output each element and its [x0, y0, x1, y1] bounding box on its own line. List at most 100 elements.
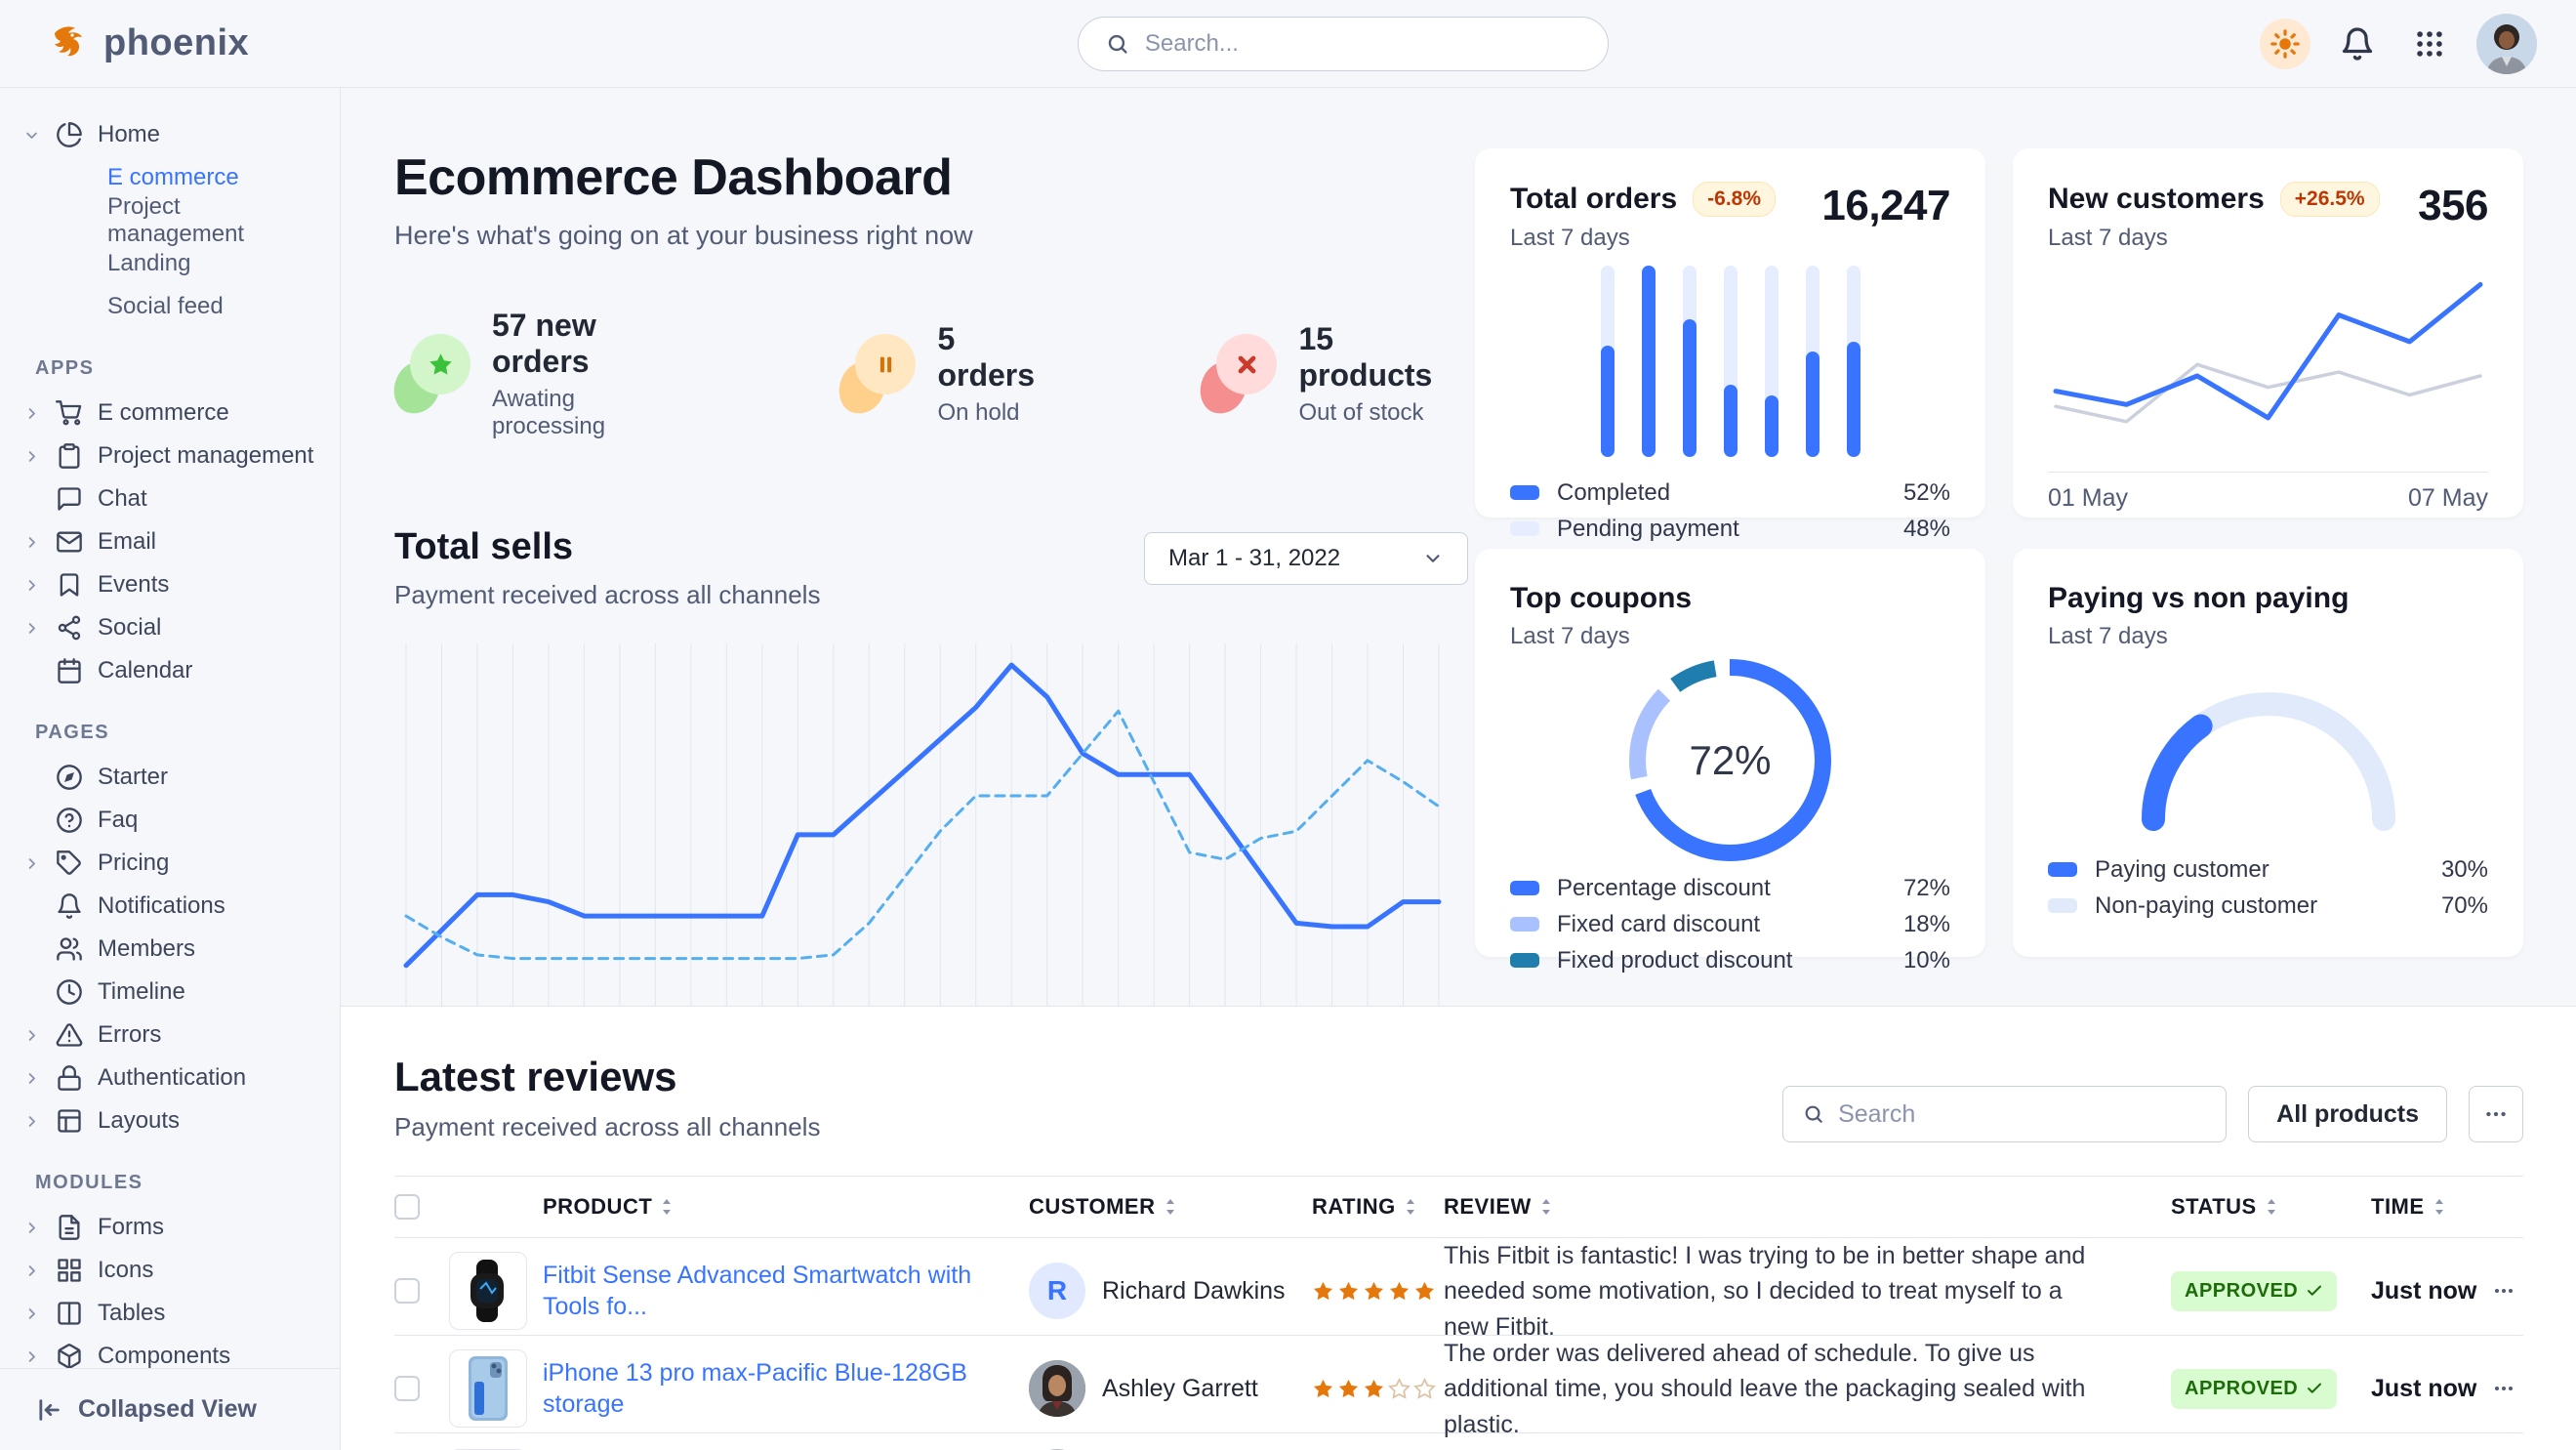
- sidebar-item-home[interactable]: Home: [21, 113, 320, 156]
- new-customers-period: Last 7 days: [2048, 225, 2380, 252]
- column-header-customer[interactable]: CUSTOMER: [1029, 1194, 1312, 1220]
- sidebar: HomeE commerceProject managementLandingS…: [0, 88, 341, 1450]
- legend-label: Paying customer: [2095, 856, 2269, 884]
- sidebar-subitem-social-feed[interactable]: Social feed: [21, 285, 320, 328]
- phoenix-bird-icon: [49, 23, 90, 64]
- caret-right-icon: [24, 621, 39, 636]
- sidebar-item-label: Icons: [98, 1257, 153, 1284]
- donut-center-value: 72%: [1689, 737, 1771, 784]
- column-header-status[interactable]: STATUS: [2171, 1194, 2371, 1220]
- reviews-search-input[interactable]: [1838, 1100, 2206, 1129]
- collapse-view-button[interactable]: Collapsed View: [0, 1368, 340, 1450]
- legend-swatch: [1510, 485, 1539, 500]
- reviews-search[interactable]: [1782, 1086, 2227, 1142]
- ellipsis-icon: [2492, 1279, 2515, 1303]
- orders-legend-row: Pending payment 48%: [1510, 511, 1950, 547]
- sidebar-item-label: Tables: [98, 1300, 165, 1327]
- phoenix-logo[interactable]: phoenix: [0, 22, 249, 64]
- sidebar-item-starter[interactable]: Starter: [21, 756, 320, 799]
- table-row: Fitbit Sense Advanced Smartwatch with To…: [394, 1238, 2523, 1336]
- search-input[interactable]: [1145, 30, 1580, 58]
- lock-icon: [56, 1064, 83, 1092]
- sidebar-item-tables[interactable]: Tables: [21, 1292, 320, 1335]
- legend-label: Percentage discount: [1557, 875, 1771, 902]
- sidebar-item-timeline[interactable]: Timeline: [21, 971, 320, 1014]
- sidebar-item-e-commerce[interactable]: E commerce: [21, 392, 320, 435]
- legend-value: 10%: [1903, 947, 1950, 974]
- paying-card: Paying vs non paying Last 7 days Paying …: [2013, 549, 2523, 957]
- shopping-cart-icon: [56, 399, 83, 427]
- global-search[interactable]: [1078, 17, 1609, 71]
- sidebar-item-layouts[interactable]: Layouts: [21, 1099, 320, 1142]
- paying-legend-row: Non-paying customer 70%: [2048, 888, 2488, 924]
- sidebar-item-project-management[interactable]: Project management: [21, 435, 320, 477]
- sidebar-item-notifications[interactable]: Notifications: [21, 885, 320, 928]
- star-icon: [1337, 1378, 1360, 1400]
- column-header-product[interactable]: PRODUCT: [543, 1194, 1029, 1220]
- star-icon: [394, 334, 470, 414]
- coupons-legend-row: Fixed card discount 18%: [1510, 906, 1950, 942]
- caret-right-icon: [24, 856, 39, 871]
- sidebar-item-label: Notifications: [98, 892, 225, 920]
- select-all-checkbox[interactable]: [394, 1194, 420, 1220]
- more-options-button[interactable]: [2469, 1086, 2523, 1142]
- sidebar-item-label: Errors: [98, 1021, 161, 1049]
- sidebar-item-authentication[interactable]: Authentication: [21, 1056, 320, 1099]
- reviews-table: PRODUCT CUSTOMER RATING REVIEW STATUS TI…: [394, 1176, 2523, 1450]
- sort-icon[interactable]: [660, 1199, 674, 1215]
- stat-item: 15 products Out of stock: [1201, 321, 1468, 427]
- stat-value: 5 orders: [937, 321, 1054, 394]
- star-icon: [1388, 1280, 1411, 1303]
- row-checkbox[interactable]: [394, 1376, 420, 1401]
- row-checkbox[interactable]: [394, 1278, 420, 1304]
- caret-right-icon: [24, 535, 39, 550]
- bell-icon: [56, 892, 83, 920]
- product-link[interactable]: Fitbit Sense Advanced Smartwatch with To…: [543, 1260, 1029, 1323]
- sidebar-item-social[interactable]: Social: [21, 606, 320, 649]
- all-products-button[interactable]: All products: [2248, 1086, 2447, 1142]
- sidebar-item-faq[interactable]: Faq: [21, 799, 320, 842]
- sidebar-section-label: MODULES: [35, 1172, 320, 1194]
- apps-menu-button[interactable]: [2404, 19, 2455, 69]
- sidebar-item-calendar[interactable]: Calendar: [21, 649, 320, 692]
- sidebar-item-members[interactable]: Members: [21, 928, 320, 971]
- theme-toggle-button[interactable]: [2260, 19, 2310, 69]
- product-link[interactable]: iPhone 13 pro max-Pacific Blue-128GB sto…: [543, 1357, 1029, 1421]
- sort-icon[interactable]: [1404, 1199, 1417, 1215]
- paying-legend-row: Paying customer 30%: [2048, 851, 2488, 888]
- sidebar-item-label: Timeline: [98, 978, 185, 1006]
- page-title: Ecommerce Dashboard: [394, 148, 1468, 207]
- sidebar-item-pricing[interactable]: Pricing: [21, 842, 320, 885]
- product-thumbnail[interactable]: [449, 1349, 527, 1428]
- table-header-row: PRODUCT CUSTOMER RATING REVIEW STATUS TI…: [394, 1176, 2523, 1238]
- sort-icon[interactable]: [1539, 1199, 1553, 1215]
- sidebar-item-chat[interactable]: Chat: [21, 477, 320, 520]
- user-avatar[interactable]: [2476, 14, 2537, 74]
- sidebar-item-forms[interactable]: Forms: [21, 1206, 320, 1249]
- legend-swatch: [1510, 521, 1539, 536]
- top-coupons-card: Top coupons Last 7 days 72% Percentage d…: [1475, 549, 1985, 957]
- column-header-rating[interactable]: RATING: [1312, 1194, 1444, 1220]
- row-menu-button[interactable]: [2483, 1377, 2523, 1400]
- sidebar-item-events[interactable]: Events: [21, 563, 320, 606]
- column-header-review[interactable]: REVIEW: [1444, 1194, 2171, 1220]
- date-range-select[interactable]: Mar 1 - 31, 2022: [1144, 532, 1468, 585]
- sidebar-subitem-landing[interactable]: Landing: [21, 242, 320, 285]
- sort-icon[interactable]: [2433, 1199, 2446, 1215]
- rating-stars: [1312, 1378, 1444, 1400]
- order-bar: [1724, 266, 1738, 457]
- sidebar-item-email[interactable]: Email: [21, 520, 320, 563]
- notifications-button[interactable]: [2332, 19, 2383, 69]
- sort-icon[interactable]: [2265, 1199, 2278, 1215]
- column-header-time[interactable]: TIME: [2371, 1194, 2483, 1220]
- row-menu-button[interactable]: [2483, 1279, 2523, 1303]
- total-orders-period: Last 7 days: [1510, 225, 1776, 252]
- sidebar-item-icons[interactable]: Icons: [21, 1249, 320, 1292]
- sort-icon[interactable]: [1164, 1199, 1177, 1215]
- star-icon: [1413, 1378, 1436, 1400]
- product-thumbnail[interactable]: [449, 1252, 527, 1330]
- sidebar-item-errors[interactable]: Errors: [21, 1014, 320, 1056]
- coupons-legend-row: Percentage discount 72%: [1510, 870, 1950, 906]
- sidebar-subitem-project-management[interactable]: Project management: [21, 199, 320, 242]
- bookmark-icon: [56, 571, 83, 599]
